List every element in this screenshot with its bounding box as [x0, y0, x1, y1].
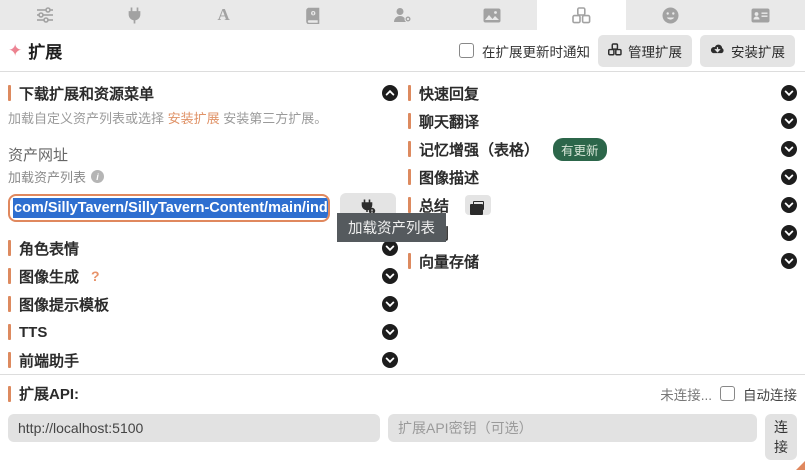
connect-button[interactable]: 连接 — [765, 414, 797, 460]
extensions-content: 下载扩展和资源菜单 加载自定义资产列表或选择 安装扩展 安装第三方扩展。 资产网… — [0, 72, 805, 377]
chevron-down-icon[interactable] — [382, 296, 398, 312]
section-tts[interactable]: TTS — [8, 321, 398, 343]
notify-on-update-label: 在扩展更新时通知 — [482, 41, 590, 61]
update-available-badge: 有更新 — [553, 138, 607, 161]
autoconnect-checkbox[interactable] — [720, 386, 735, 401]
info-icon: i — [91, 170, 104, 183]
tab-user-settings[interactable] — [358, 0, 447, 30]
selected-text: com/SillyTavern/SillyTavern-Content/main… — [13, 198, 330, 218]
load-assets-tooltip: 加载资产列表 — [337, 213, 446, 242]
chevron-down-icon[interactable] — [781, 169, 797, 185]
extension-api-section: 扩展API: 未连接... 自动连接 连接 — [0, 374, 805, 460]
top-tabbar: A — [0, 0, 805, 30]
notify-on-update-checkbox[interactable] — [459, 43, 474, 58]
section-summarize[interactable]: 总结 — [408, 194, 797, 216]
font-icon: A — [217, 5, 229, 25]
book-icon — [306, 7, 320, 24]
chevron-down-icon[interactable] — [382, 324, 398, 340]
manage-extensions-button[interactable]: 管理扩展 — [598, 35, 692, 67]
tab-formatting[interactable]: A — [179, 0, 268, 30]
chevron-down-icon[interactable] — [781, 225, 797, 241]
tab-api-connections[interactable] — [89, 0, 178, 30]
chevron-down-icon[interactable] — [781, 85, 797, 101]
install-extension-link[interactable]: 安装扩展 — [168, 111, 220, 126]
resize-grip[interactable] — [796, 461, 805, 470]
section-image-generation[interactable]: 图像生成? — [8, 265, 398, 287]
api-url-input[interactable] — [8, 414, 380, 442]
api-status: 未连接... — [660, 384, 712, 404]
chevron-down-icon[interactable] — [382, 352, 398, 368]
autoconnect-label: 自动连接 — [743, 384, 797, 404]
chevron-down-icon[interactable] — [781, 253, 797, 269]
extensions-panel: A ✦ 扩展 在扩展更新时通知 管理扩展 安装扩展 — [0, 0, 805, 470]
section-memory-enhancement[interactable]: 记忆增强（表格）有更新 — [408, 138, 797, 160]
chevron-down-icon[interactable] — [781, 113, 797, 129]
chevron-down-icon[interactable] — [382, 240, 398, 256]
extensions-header: ✦ 扩展 在扩展更新时通知 管理扩展 安装扩展 — [0, 30, 805, 72]
tab-settings[interactable] — [0, 0, 89, 30]
cubes-icon — [608, 43, 622, 59]
section-quick-reply[interactable]: 快速回复 — [408, 82, 797, 104]
sliders-icon — [36, 7, 54, 23]
right-column: 快速回复 聊天翻译 记忆增强（表格）有更新 图像描述 总结 正则 — [408, 82, 797, 377]
load-asset-list-label: 加载资产列表 i — [8, 167, 398, 186]
id-card-icon — [751, 8, 770, 23]
chevron-down-icon[interactable] — [382, 268, 398, 284]
tab-characters[interactable] — [716, 0, 805, 30]
api-key-input[interactable] — [388, 414, 757, 442]
tab-backgrounds[interactable] — [447, 0, 536, 30]
sparkle-icon: ✦ — [8, 41, 22, 61]
tab-world-info[interactable] — [268, 0, 357, 30]
section-regex[interactable]: 正则 — [408, 222, 797, 244]
install-extensions-button[interactable]: 安装扩展 — [700, 35, 795, 67]
section-vector-storage[interactable]: 向量存储 — [408, 250, 797, 272]
user-gear-icon — [393, 7, 412, 23]
help-icon[interactable]: ? — [91, 268, 100, 284]
section-image-captioning[interactable]: 图像描述 — [408, 166, 797, 188]
smiley-icon — [662, 7, 679, 24]
tab-personas[interactable] — [626, 0, 715, 30]
chevron-down-icon[interactable] — [781, 197, 797, 213]
page-title: 扩展 — [28, 38, 62, 63]
chevron-up-icon[interactable] — [382, 85, 398, 101]
accent-bar — [8, 85, 11, 101]
assets-url-input[interactable]: com/SillyTavern/SillyTavern-Content/main… — [8, 194, 330, 222]
assets-url-label: 资产网址 — [8, 144, 398, 165]
image-icon — [483, 8, 501, 23]
section-frontend-helper[interactable]: 前端助手 — [8, 349, 398, 371]
assets-description: 加载自定义资产列表或选择 安装扩展 安装第三方扩展。 — [8, 110, 398, 128]
cloud-download-icon — [710, 43, 725, 58]
section-image-prompt-templates[interactable]: 图像提示模板 — [8, 293, 398, 315]
tab-extensions[interactable] — [537, 0, 626, 30]
section-chat-translation[interactable]: 聊天翻译 — [408, 110, 797, 132]
restore-popup-button[interactable] — [465, 195, 491, 215]
copy-pages-icon — [473, 201, 484, 210]
chevron-down-icon[interactable] — [781, 141, 797, 157]
plug-icon — [127, 7, 142, 24]
api-label: 扩展API: — [19, 383, 79, 404]
section-download-extensions[interactable]: 下载扩展和资源菜单 — [8, 82, 398, 104]
cubes-icon — [572, 7, 591, 24]
